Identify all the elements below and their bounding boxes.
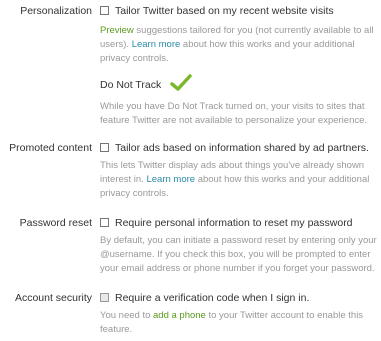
- preview-link[interactable]: Preview: [100, 25, 134, 36]
- tailor-visits-checkbox[interactable]: [100, 6, 109, 15]
- learn-more-link[interactable]: Learn more: [132, 39, 181, 50]
- account-security-description: You need to add a phone to your Twitter …: [100, 310, 364, 335]
- verification-code-option-label: Require a verification code when I sign …: [115, 292, 310, 304]
- tailor-visits-option-label: Tailor Twitter based on my recent websit…: [115, 5, 334, 17]
- verification-code-checkbox[interactable]: [100, 293, 109, 302]
- password-reset-label: Password reset: [19, 217, 92, 229]
- promoted-content-label: Promoted content: [9, 142, 92, 154]
- promoted-content-description: This lets Twitter display ads about thin…: [100, 160, 370, 199]
- learn-more-link[interactable]: Learn more: [146, 174, 195, 185]
- personalization-description: Preview suggestions tailored for you (no…: [100, 25, 374, 64]
- personalization-label: Personalization: [20, 5, 92, 17]
- do-not-track-description: While you have Do Not Track turned on, y…: [100, 101, 368, 126]
- tailor-ads-option-label: Tailor ads based on information shared b…: [115, 142, 369, 154]
- add-phone-link[interactable]: add a phone: [153, 310, 206, 321]
- tailor-ads-checkbox[interactable]: [100, 143, 109, 152]
- checkmark-icon: [169, 74, 192, 97]
- account-security-label: Account security: [14, 292, 92, 304]
- require-personal-info-checkbox[interactable]: [100, 218, 109, 227]
- require-personal-info-option-label: Require personal information to reset my…: [115, 217, 353, 229]
- do-not-track-title: Do Not Track: [100, 79, 162, 91]
- password-reset-description: By default, you can initiate a password …: [100, 235, 377, 274]
